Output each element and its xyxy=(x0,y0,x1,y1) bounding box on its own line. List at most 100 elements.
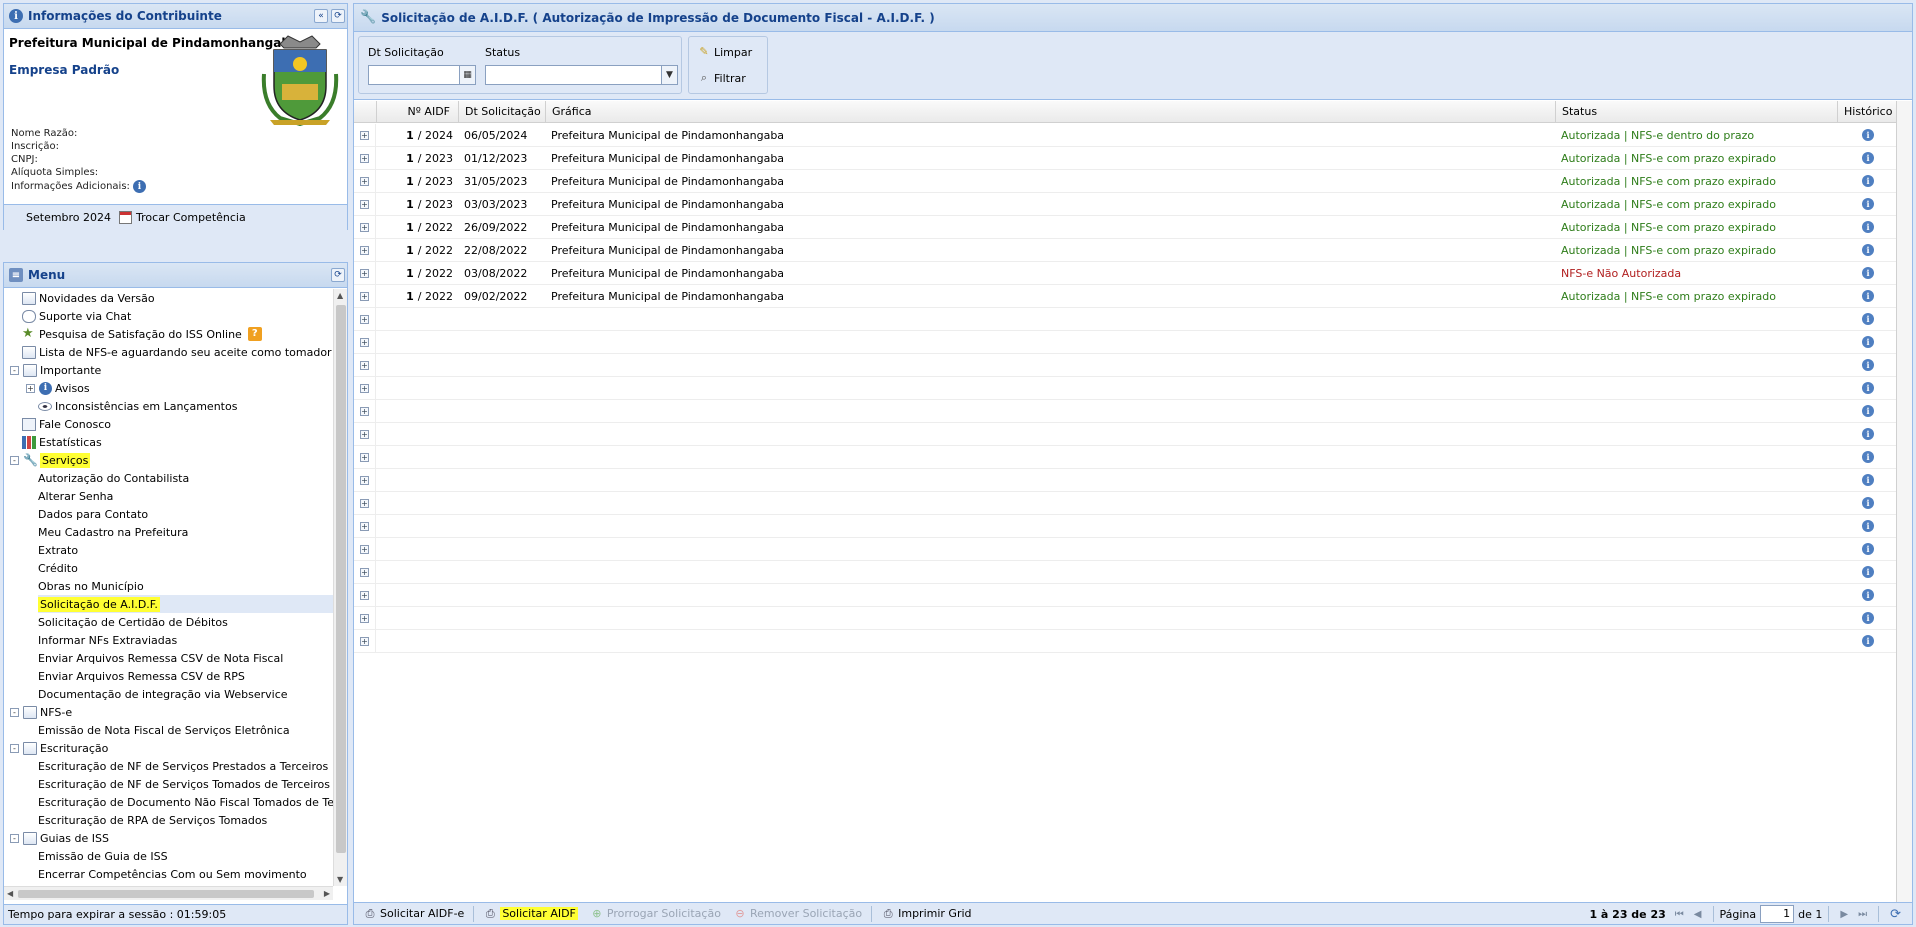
row-expand-icon[interactable]: + xyxy=(360,384,369,393)
history-info-icon[interactable]: i xyxy=(1862,359,1874,371)
menu-hscroll-thumb[interactable] xyxy=(18,890,314,898)
menu-item[interactable]: Escrituração de Documento Não Fiscal Tom… xyxy=(38,793,333,811)
refresh-icon[interactable]: ⟳ xyxy=(1890,907,1901,922)
table-row[interactable]: + i xyxy=(354,400,1896,423)
menu-item[interactable]: ★ Pesquisa de Satisfação do ISS Online? xyxy=(22,325,333,343)
menu-item[interactable]: Dados para Contato xyxy=(38,505,333,523)
clear-button[interactable]: ✎ Limpar xyxy=(697,45,752,59)
date-filter-input[interactable]: ▦ xyxy=(368,65,476,85)
menu-item[interactable]: Encerrar Competências Com ou Sem movimen… xyxy=(38,865,333,883)
extend-request-button[interactable]: ⊕ Prorrogar Solicitação xyxy=(587,906,724,921)
menu-horizontal-scrollbar[interactable]: ◀ ▶ xyxy=(4,886,333,900)
history-info-icon[interactable]: i xyxy=(1862,589,1874,601)
row-expand-icon[interactable]: + xyxy=(360,614,369,623)
menu-item[interactable]: Obras no Município xyxy=(38,577,333,595)
table-row[interactable]: + i xyxy=(354,515,1896,538)
row-expand-icon[interactable]: + xyxy=(360,315,369,324)
menu-item[interactable]: Extrato xyxy=(38,541,333,559)
row-expand-icon[interactable]: + xyxy=(360,338,369,347)
expand-icon[interactable]: + xyxy=(26,383,35,393)
table-row[interactable]: +1/ 2022 22/08/2022 Prefeitura Municipal d… xyxy=(354,239,1896,262)
table-row[interactable]: +1/ 2022 09/02/2022 Prefeitura Municipal d… xyxy=(354,285,1896,308)
collapse-icon[interactable]: - xyxy=(10,833,19,843)
request-aidf-button[interactable]: ⎙ Solicitar AIDF xyxy=(480,906,581,921)
table-row[interactable]: +1/ 2024 06/05/2024 Prefeitura Municipal d… xyxy=(354,124,1896,147)
table-row[interactable]: + i xyxy=(354,538,1896,561)
history-info-icon[interactable]: i xyxy=(1862,313,1874,325)
table-row[interactable]: + i xyxy=(354,354,1896,377)
history-info-icon[interactable]: i xyxy=(1862,221,1874,233)
menu-item[interactable]: - 🔧 Serviços xyxy=(10,451,333,469)
row-expand-icon[interactable]: + xyxy=(360,200,369,209)
menu-item[interactable]: - NFS-e xyxy=(10,703,333,721)
print-grid-button[interactable]: ⎙ Imprimir Grid xyxy=(878,906,974,921)
table-row[interactable]: +1/ 2022 03/08/2022 Prefeitura Municipal d… xyxy=(354,262,1896,285)
history-info-icon[interactable]: i xyxy=(1862,198,1874,210)
refresh-icon[interactable]: ⟳ xyxy=(331,9,345,23)
menu-item[interactable]: Crédito xyxy=(38,559,333,577)
history-info-icon[interactable]: i xyxy=(1862,451,1874,463)
history-info-icon[interactable]: i xyxy=(1862,244,1874,256)
table-row[interactable]: + i xyxy=(354,561,1896,584)
col-print-shop[interactable]: Gráfica xyxy=(545,101,1547,123)
row-expand-icon[interactable]: + xyxy=(360,223,369,232)
history-info-icon[interactable]: i xyxy=(1862,566,1874,578)
table-row[interactable]: + i xyxy=(354,492,1896,515)
grid-scrollbar[interactable] xyxy=(1896,101,1912,904)
scroll-right-icon[interactable]: ▶ xyxy=(324,889,330,898)
history-info-icon[interactable]: i xyxy=(1862,520,1874,532)
history-info-icon[interactable]: i xyxy=(1862,129,1874,141)
menu-item[interactable]: Autorização do Contabilista xyxy=(38,469,333,487)
menu-item[interactable]: Emissão de Guia de ISS xyxy=(38,847,333,865)
menu-item[interactable]: + i Avisos xyxy=(26,379,333,397)
history-info-icon[interactable]: i xyxy=(1862,290,1874,302)
help-badge-icon[interactable]: ? xyxy=(247,327,262,341)
history-info-icon[interactable]: i xyxy=(1862,543,1874,555)
menu-item[interactable]: Inconsistências em Lançamentos xyxy=(38,397,333,415)
menu-item[interactable]: Enviar Arquivos Remessa CSV de Nota Fisc… xyxy=(38,649,333,667)
col-request-date[interactable]: Dt Solicitação xyxy=(458,101,545,123)
row-expand-icon[interactable]: + xyxy=(360,476,369,485)
menu-item[interactable]: Escrituração de NF de Serviços Tomados d… xyxy=(38,775,333,793)
history-info-icon[interactable]: i xyxy=(1862,267,1874,279)
row-expand-icon[interactable]: + xyxy=(360,361,369,370)
menu-item[interactable]: Escrituração de RPA de Serviços Tomados xyxy=(38,811,333,829)
row-expand-icon[interactable]: + xyxy=(360,545,369,554)
history-info-icon[interactable]: i xyxy=(1862,405,1874,417)
table-row[interactable]: + i xyxy=(354,446,1896,469)
status-filter-select[interactable]: ▼ xyxy=(485,65,678,85)
row-expand-icon[interactable]: + xyxy=(360,154,369,163)
collapse-left-icon[interactable]: « xyxy=(314,9,328,23)
request-aidfe-button[interactable]: ⎙ Solicitar AIDF-e xyxy=(360,906,467,921)
table-row[interactable]: + i xyxy=(354,331,1896,354)
scroll-up-icon[interactable]: ▲ xyxy=(337,291,343,300)
menu-item[interactable]: - Importante xyxy=(10,361,333,379)
menu-item[interactable]: Fale Conosco xyxy=(22,415,333,433)
menu-item[interactable]: Suporte via Chat xyxy=(22,307,333,325)
menu-item[interactable]: Enviar Arquivos Remessa CSV de RPS xyxy=(38,667,333,685)
menu-item[interactable]: Meu Cadastro na Prefeitura xyxy=(38,523,333,541)
collapse-icon[interactable]: - xyxy=(10,365,19,375)
additional-info-icon[interactable]: i xyxy=(132,180,146,193)
chevron-down-icon[interactable]: ▼ xyxy=(661,66,677,84)
history-info-icon[interactable]: i xyxy=(1862,635,1874,647)
history-info-icon[interactable]: i xyxy=(1862,612,1874,624)
table-row[interactable]: + i xyxy=(354,630,1896,653)
scroll-down-icon[interactable]: ▼ xyxy=(337,875,343,884)
filter-button[interactable]: ⌕ Filtrar xyxy=(697,71,746,85)
history-info-icon[interactable]: i xyxy=(1862,175,1874,187)
collapse-icon[interactable]: - xyxy=(10,743,19,753)
first-page-icon[interactable]: ⏮ xyxy=(1675,909,1684,920)
history-info-icon[interactable]: i xyxy=(1862,336,1874,348)
table-row[interactable]: + i xyxy=(354,377,1896,400)
menu-item[interactable]: Escrituração de NF de Serviços Prestados… xyxy=(38,757,333,775)
table-row[interactable]: +1/ 2023 01/12/2023 Prefeitura Municipal d… xyxy=(354,147,1896,170)
history-info-icon[interactable]: i xyxy=(1862,382,1874,394)
menu-item[interactable]: - Escrituração xyxy=(10,739,333,757)
row-expand-icon[interactable]: + xyxy=(360,131,369,140)
remove-request-button[interactable]: ⊖ Remover Solicitação xyxy=(730,906,865,921)
row-expand-icon[interactable]: + xyxy=(360,407,369,416)
menu-item[interactable]: Alterar Senha xyxy=(38,487,333,505)
row-expand-icon[interactable]: + xyxy=(360,430,369,439)
row-expand-icon[interactable]: + xyxy=(360,499,369,508)
